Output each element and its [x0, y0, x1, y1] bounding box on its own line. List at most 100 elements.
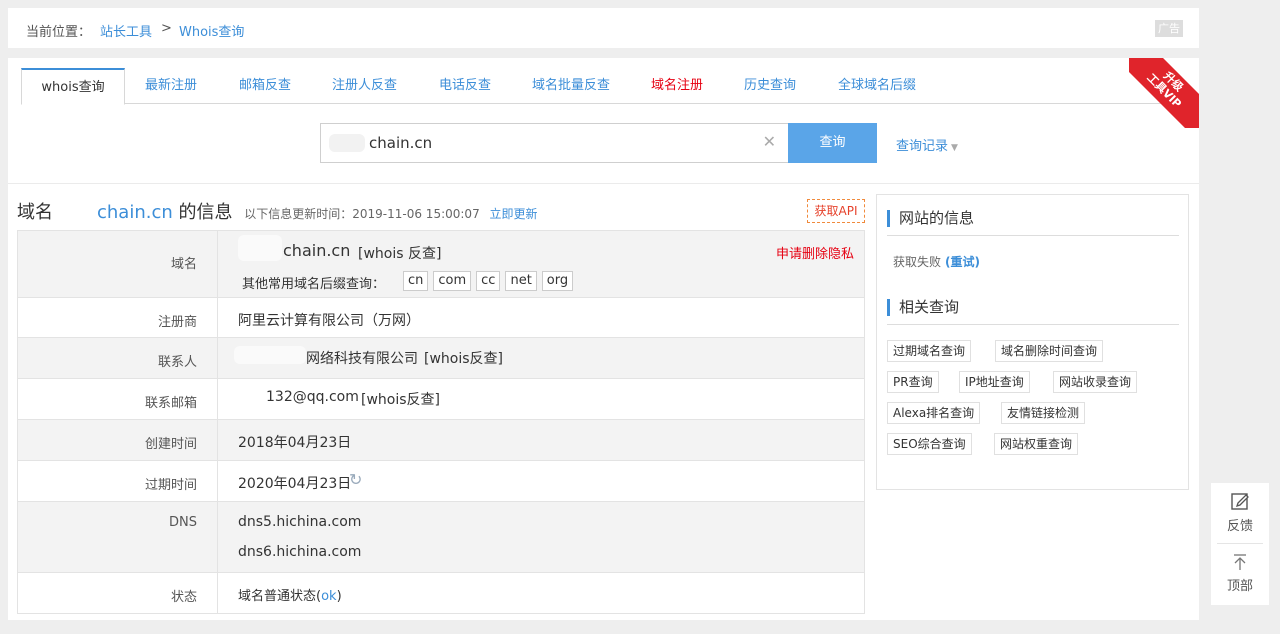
- suffix-org[interactable]: org: [541, 271, 574, 291]
- title-domain: chain.cn: [97, 202, 173, 223]
- tab-bar: whois查询 最新注册 邮箱反查 注册人反查 电话反查 域名批量反查 域名注册…: [21, 68, 1197, 105]
- email-label: 联系邮箱: [144, 396, 197, 411]
- history-label: 查询记录: [896, 139, 949, 154]
- status-prefix: 域名普通状态(: [238, 589, 322, 604]
- chevron-down-icon: ▼: [951, 143, 958, 153]
- title-suffix: 的信息: [178, 202, 233, 223]
- tab-whois[interactable]: whois查询: [21, 68, 125, 105]
- table-row-expire: 过期时间 2020年04月23日 ↻: [18, 460, 864, 501]
- title-prefix: 域名: [17, 202, 53, 223]
- table-row-created: 创建时间 2018年04月23日: [18, 419, 864, 460]
- divider: [1217, 543, 1263, 544]
- side-panel: 网站的信息 获取失败 (重试) 相关查询 过期域名查询 域名删除时间查询 PR查询…: [876, 194, 1189, 490]
- tab-domain-register[interactable]: 域名注册: [651, 68, 703, 104]
- dns-label: DNS: [169, 515, 197, 530]
- domain-whois-link[interactable]: [whois 反查]: [358, 243, 441, 263]
- table-row-email: 联系邮箱 132@qq.com [whois反查]: [18, 378, 864, 419]
- suffix-list: cn com cc net org: [403, 271, 578, 291]
- get-api-button[interactable]: 获取API: [807, 199, 865, 223]
- divider: [8, 183, 1199, 184]
- chip-seo[interactable]: SEO综合查询: [887, 433, 972, 455]
- contact-whois-link[interactable]: [whois反查]: [424, 348, 503, 368]
- update-time: 以下信息更新时间：2019-11-06 15:00:07: [244, 207, 480, 221]
- suffix-com[interactable]: com: [433, 271, 472, 291]
- page-title: 域名 chain.cn 的信息 以下信息更新时间：2019-11-06 15:00…: [17, 198, 537, 224]
- vip-upgrade-ribbon[interactable]: 升级 工具VIP: [1129, 58, 1199, 128]
- table-row-contact: 联系人 网络科技有限公司 [whois反查]: [18, 337, 864, 378]
- arrow-up-icon: [1234, 554, 1246, 570]
- table-row-status: 状态 域名普通状态(ok): [18, 572, 864, 613]
- fail-text: 获取失败: [893, 255, 942, 269]
- main-panel: whois查询 最新注册 邮箱反查 注册人反查 电话反查 域名批量反查 域名注册…: [8, 58, 1199, 620]
- privacy-remove-link[interactable]: 申请删除隐私: [776, 243, 854, 262]
- suffix-cc[interactable]: cc: [476, 271, 501, 291]
- tab-email-reverse[interactable]: 邮箱反查: [239, 68, 291, 104]
- breadcrumb-current[interactable]: Whois查询: [179, 21, 244, 40]
- email-whois-link[interactable]: [whois反查]: [361, 389, 440, 409]
- update-now-link[interactable]: 立即更新: [489, 207, 537, 221]
- suffix-label: 其他常用域名后缀查询：: [242, 277, 386, 292]
- dns-value-2: dns6.hichina.com: [238, 544, 362, 560]
- chip-pr[interactable]: PR查询: [887, 371, 939, 393]
- expire-label: 过期时间: [144, 478, 197, 493]
- chip-expired-domain[interactable]: 过期域名查询: [887, 340, 972, 362]
- related-title: 相关查询: [887, 299, 959, 316]
- site-info-status: 获取失败 (重试): [893, 253, 980, 270]
- divider: [887, 235, 1179, 236]
- expire-value: 2020年04月23日: [238, 476, 352, 492]
- table-row-dns: DNS dns5.hichina.com dns6.hichina.com: [18, 501, 864, 572]
- chip-alexa[interactable]: Alexa排名查询: [887, 402, 981, 424]
- chip-delete-time[interactable]: 域名删除时间查询: [995, 340, 1104, 362]
- domain-value: chain.cn: [283, 241, 351, 260]
- domain-label: 域名: [170, 257, 197, 272]
- redacted-blur: [329, 134, 365, 152]
- whois-table: 域名 chain.cn [whois 反查] 申请删除隐私 其他常用域名后缀查询…: [17, 230, 865, 614]
- tab-history[interactable]: 历史查询: [744, 68, 796, 104]
- email-value: 132@qq.com: [266, 389, 359, 405]
- suffix-cn[interactable]: cn: [403, 271, 429, 291]
- contact-label: 联系人: [157, 355, 197, 370]
- tab-batch-reverse[interactable]: 域名批量反查: [532, 68, 610, 104]
- edit-icon: [1231, 493, 1249, 510]
- divider: [887, 324, 1179, 325]
- status-ok-link[interactable]: ok: [321, 589, 336, 604]
- site-info-title: 网站的信息: [887, 210, 974, 227]
- breadcrumb-prefix: 当前位置：: [26, 25, 92, 40]
- tab-global-suffix[interactable]: 全球域名后缀: [838, 68, 916, 104]
- feedback-button[interactable]: 反馈: [1211, 491, 1269, 534]
- floating-toolbar: 反馈 顶部: [1210, 482, 1270, 606]
- breadcrumb: 当前位置： 站长工具 > Whois查询 广告: [8, 8, 1199, 48]
- registrar-value: 阿里云计算有限公司（万网）: [238, 313, 420, 329]
- retry-link[interactable]: (重试): [945, 255, 980, 269]
- created-label: 创建时间: [144, 437, 197, 452]
- search-input[interactable]: [369, 132, 749, 154]
- back-to-top-button[interactable]: 顶部: [1211, 553, 1269, 594]
- created-value: 2018年04月23日: [238, 435, 352, 451]
- top-label: 顶部: [1226, 579, 1253, 594]
- tab-registrant-reverse[interactable]: 注册人反查: [332, 68, 397, 104]
- breadcrumb-home-link[interactable]: 站长工具: [100, 21, 152, 40]
- chip-ip-address[interactable]: IP地址查询: [959, 371, 1030, 393]
- clear-icon[interactable]: ✕: [763, 132, 776, 151]
- registrar-label: 注册商: [157, 315, 197, 330]
- redacted-blur: [238, 235, 282, 261]
- search-box: ✕: [320, 123, 789, 163]
- tab-latest-registered[interactable]: 最新注册: [145, 68, 197, 104]
- refresh-icon[interactable]: ↻: [349, 470, 362, 489]
- tab-phone-reverse[interactable]: 电话反查: [439, 68, 491, 104]
- breadcrumb-separator: >: [161, 21, 172, 36]
- table-row-domain: 域名 chain.cn [whois 反查] 申请删除隐私 其他常用域名后缀查询…: [18, 231, 864, 297]
- table-row-registrar: 注册商 阿里云计算有限公司（万网）: [18, 297, 864, 337]
- chip-friend-link[interactable]: 友情链接检测: [1001, 402, 1086, 424]
- query-history-dropdown[interactable]: 查询记录 ▼: [896, 135, 958, 154]
- dns-value-1: dns5.hichina.com: [238, 514, 362, 530]
- redacted-blur: [234, 346, 306, 364]
- contact-value: 网络科技有限公司: [306, 351, 418, 367]
- feedback-label: 反馈: [1226, 519, 1253, 534]
- chip-site-weight[interactable]: 网站权重查询: [994, 433, 1079, 455]
- status-value: 域名普通状态(ok): [238, 585, 342, 604]
- suffix-net[interactable]: net: [505, 271, 537, 291]
- chip-site-index[interactable]: 网站收录查询: [1053, 371, 1138, 393]
- status-suffix: ): [336, 589, 342, 604]
- search-button[interactable]: 查询: [788, 123, 877, 163]
